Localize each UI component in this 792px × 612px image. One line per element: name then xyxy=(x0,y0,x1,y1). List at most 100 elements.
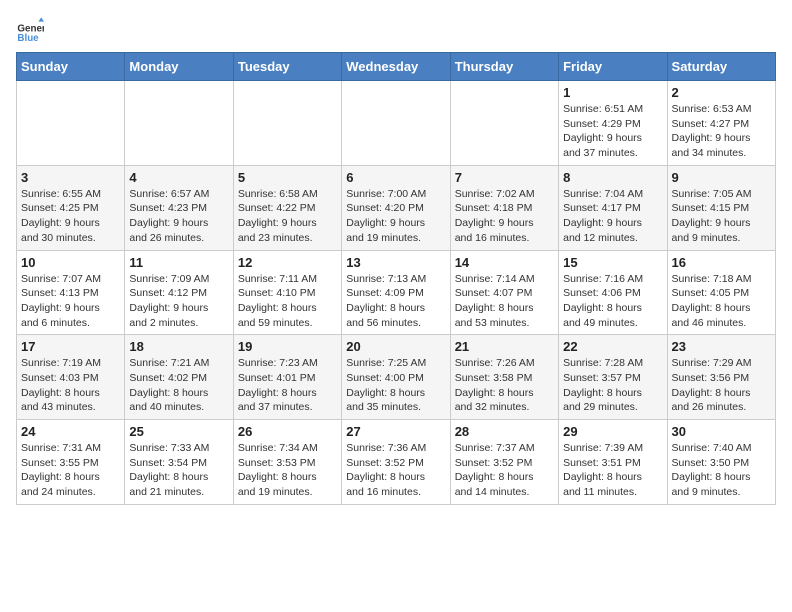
day-number: 8 xyxy=(563,170,662,185)
day-number: 24 xyxy=(21,424,120,439)
day-number: 4 xyxy=(129,170,228,185)
day-info: Sunrise: 7:02 AM Sunset: 4:18 PM Dayligh… xyxy=(455,187,554,246)
day-number: 16 xyxy=(672,255,771,270)
calendar-cell: 22 Sunrise: 7:28 AM Sunset: 3:57 PM Dayli… xyxy=(559,335,667,420)
calendar-body: 1 Sunrise: 6:51 AM Sunset: 4:29 PM Daylig… xyxy=(17,81,776,505)
day-number: 28 xyxy=(455,424,554,439)
weekday-header-friday: Friday xyxy=(559,53,667,81)
day-info: Sunrise: 6:57 AM Sunset: 4:23 PM Dayligh… xyxy=(129,187,228,246)
day-info: Sunrise: 6:58 AM Sunset: 4:22 PM Dayligh… xyxy=(238,187,337,246)
day-info: Sunrise: 7:37 AM Sunset: 3:52 PM Dayligh… xyxy=(455,441,554,500)
day-number: 12 xyxy=(238,255,337,270)
weekday-header-sunday: Sunday xyxy=(17,53,125,81)
day-info: Sunrise: 7:33 AM Sunset: 3:54 PM Dayligh… xyxy=(129,441,228,500)
day-number: 15 xyxy=(563,255,662,270)
week-row-5: 24 Sunrise: 7:31 AM Sunset: 3:55 PM Dayli… xyxy=(17,420,776,505)
calendar-cell xyxy=(17,81,125,166)
calendar-cell: 4 Sunrise: 6:57 AM Sunset: 4:23 PM Daylig… xyxy=(125,165,233,250)
day-info: Sunrise: 6:55 AM Sunset: 4:25 PM Dayligh… xyxy=(21,187,120,246)
day-number: 11 xyxy=(129,255,228,270)
svg-text:Blue: Blue xyxy=(17,33,39,44)
calendar-cell xyxy=(342,81,450,166)
logo-icon: General Blue xyxy=(16,16,44,44)
day-info: Sunrise: 7:28 AM Sunset: 3:57 PM Dayligh… xyxy=(563,356,662,415)
day-number: 23 xyxy=(672,339,771,354)
calendar-header: SundayMondayTuesdayWednesdayThursdayFrid… xyxy=(17,53,776,81)
calendar-cell xyxy=(125,81,233,166)
day-number: 17 xyxy=(21,339,120,354)
weekday-header-monday: Monday xyxy=(125,53,233,81)
day-info: Sunrise: 7:04 AM Sunset: 4:17 PM Dayligh… xyxy=(563,187,662,246)
day-number: 19 xyxy=(238,339,337,354)
calendar-cell: 10Sunrise: 7:07 AM Sunset: 4:13 PM Dayli… xyxy=(17,250,125,335)
week-row-3: 10Sunrise: 7:07 AM Sunset: 4:13 PM Dayli… xyxy=(17,250,776,335)
day-info: Sunrise: 7:09 AM Sunset: 4:12 PM Dayligh… xyxy=(129,272,228,331)
weekday-header-row: SundayMondayTuesdayWednesdayThursdayFrid… xyxy=(17,53,776,81)
weekday-header-thursday: Thursday xyxy=(450,53,558,81)
calendar-cell: 11 Sunrise: 7:09 AM Sunset: 4:12 PM Dayli… xyxy=(125,250,233,335)
calendar-cell xyxy=(233,81,341,166)
day-info: Sunrise: 7:14 AM Sunset: 4:07 PM Dayligh… xyxy=(455,272,554,331)
calendar-table: SundayMondayTuesdayWednesdayThursdayFrid… xyxy=(16,52,776,505)
logo: General Blue xyxy=(16,16,48,44)
day-info: Sunrise: 7:18 AM Sunset: 4:05 PM Dayligh… xyxy=(672,272,771,331)
day-number: 22 xyxy=(563,339,662,354)
day-number: 14 xyxy=(455,255,554,270)
calendar-cell: 9Sunrise: 7:05 AM Sunset: 4:15 PM Daylig… xyxy=(667,165,775,250)
day-number: 3 xyxy=(21,170,120,185)
calendar-cell: 3 Sunrise: 6:55 AM Sunset: 4:25 PM Daylig… xyxy=(17,165,125,250)
calendar-cell: 15Sunrise: 7:16 AM Sunset: 4:06 PM Dayli… xyxy=(559,250,667,335)
calendar-cell: 27 Sunrise: 7:36 AM Sunset: 3:52 PM Dayli… xyxy=(342,420,450,505)
day-number: 30 xyxy=(672,424,771,439)
day-number: 13 xyxy=(346,255,445,270)
day-info: Sunrise: 7:26 AM Sunset: 3:58 PM Dayligh… xyxy=(455,356,554,415)
calendar-cell: 17 Sunrise: 7:19 AM Sunset: 4:03 PM Dayli… xyxy=(17,335,125,420)
calendar-cell: 19Sunrise: 7:23 AM Sunset: 4:01 PM Dayli… xyxy=(233,335,341,420)
calendar-cell: 16 Sunrise: 7:18 AM Sunset: 4:05 PM Dayli… xyxy=(667,250,775,335)
day-info: Sunrise: 7:00 AM Sunset: 4:20 PM Dayligh… xyxy=(346,187,445,246)
calendar-cell: 2 Sunrise: 6:53 AM Sunset: 4:27 PM Daylig… xyxy=(667,81,775,166)
calendar-cell: 12Sunrise: 7:11 AM Sunset: 4:10 PM Dayli… xyxy=(233,250,341,335)
header-area: General Blue xyxy=(16,16,776,44)
day-info: Sunrise: 6:53 AM Sunset: 4:27 PM Dayligh… xyxy=(672,102,771,161)
day-number: 6 xyxy=(346,170,445,185)
calendar-cell: 8 Sunrise: 7:04 AM Sunset: 4:17 PM Daylig… xyxy=(559,165,667,250)
calendar-cell: 14 Sunrise: 7:14 AM Sunset: 4:07 PM Dayli… xyxy=(450,250,558,335)
calendar-cell: 24 Sunrise: 7:31 AM Sunset: 3:55 PM Dayli… xyxy=(17,420,125,505)
day-info: Sunrise: 7:40 AM Sunset: 3:50 PM Dayligh… xyxy=(672,441,771,500)
day-info: Sunrise: 7:31 AM Sunset: 3:55 PM Dayligh… xyxy=(21,441,120,500)
day-info: Sunrise: 7:29 AM Sunset: 3:56 PM Dayligh… xyxy=(672,356,771,415)
day-info: Sunrise: 7:05 AM Sunset: 4:15 PM Dayligh… xyxy=(672,187,771,246)
day-number: 5 xyxy=(238,170,337,185)
day-number: 27 xyxy=(346,424,445,439)
calendar-cell: 6 Sunrise: 7:00 AM Sunset: 4:20 PM Daylig… xyxy=(342,165,450,250)
day-info: Sunrise: 7:19 AM Sunset: 4:03 PM Dayligh… xyxy=(21,356,120,415)
day-info: Sunrise: 7:36 AM Sunset: 3:52 PM Dayligh… xyxy=(346,441,445,500)
day-number: 25 xyxy=(129,424,228,439)
day-info: Sunrise: 7:34 AM Sunset: 3:53 PM Dayligh… xyxy=(238,441,337,500)
day-info: Sunrise: 7:13 AM Sunset: 4:09 PM Dayligh… xyxy=(346,272,445,331)
weekday-header-tuesday: Tuesday xyxy=(233,53,341,81)
calendar-cell: 1 Sunrise: 6:51 AM Sunset: 4:29 PM Daylig… xyxy=(559,81,667,166)
week-row-4: 17 Sunrise: 7:19 AM Sunset: 4:03 PM Dayli… xyxy=(17,335,776,420)
day-number: 18 xyxy=(129,339,228,354)
day-info: Sunrise: 7:21 AM Sunset: 4:02 PM Dayligh… xyxy=(129,356,228,415)
calendar-cell: 30 Sunrise: 7:40 AM Sunset: 3:50 PM Dayli… xyxy=(667,420,775,505)
calendar-cell: 23 Sunrise: 7:29 AM Sunset: 3:56 PM Dayli… xyxy=(667,335,775,420)
day-number: 26 xyxy=(238,424,337,439)
calendar-cell: 7Sunrise: 7:02 AM Sunset: 4:18 PM Daylig… xyxy=(450,165,558,250)
day-info: Sunrise: 6:51 AM Sunset: 4:29 PM Dayligh… xyxy=(563,102,662,161)
day-number: 29 xyxy=(563,424,662,439)
day-number: 1 xyxy=(563,85,662,100)
calendar-cell: 26 Sunrise: 7:34 AM Sunset: 3:53 PM Dayli… xyxy=(233,420,341,505)
day-number: 21 xyxy=(455,339,554,354)
calendar-cell: 13 Sunrise: 7:13 AM Sunset: 4:09 PM Dayli… xyxy=(342,250,450,335)
day-number: 20 xyxy=(346,339,445,354)
day-info: Sunrise: 7:39 AM Sunset: 3:51 PM Dayligh… xyxy=(563,441,662,500)
calendar-cell: 20Sunrise: 7:25 AM Sunset: 4:00 PM Dayli… xyxy=(342,335,450,420)
calendar-cell: 25 Sunrise: 7:33 AM Sunset: 3:54 PM Dayli… xyxy=(125,420,233,505)
day-number: 2 xyxy=(672,85,771,100)
calendar-cell: 5 Sunrise: 6:58 AM Sunset: 4:22 PM Daylig… xyxy=(233,165,341,250)
weekday-header-saturday: Saturday xyxy=(667,53,775,81)
calendar-cell xyxy=(450,81,558,166)
